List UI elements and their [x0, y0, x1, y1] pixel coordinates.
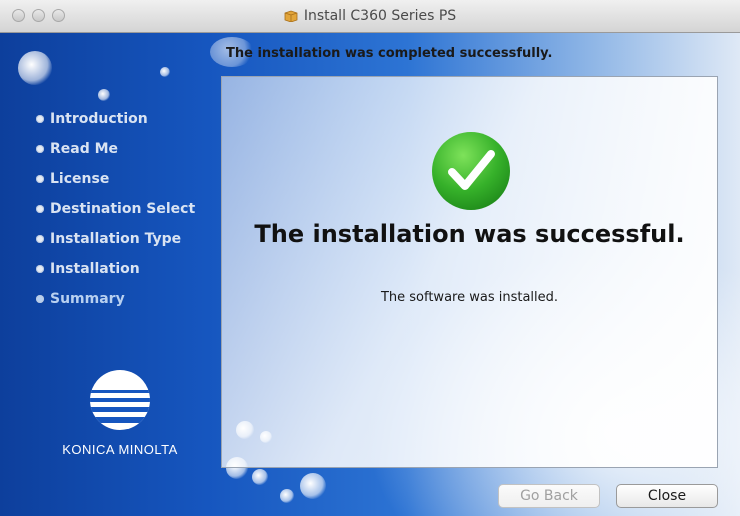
step-introduction: Introduction — [36, 104, 195, 134]
konica-minolta-logo: KONICA MINOLTA — [50, 368, 190, 457]
step-destination-select: Destination Select — [36, 194, 195, 224]
decorative-bubble — [300, 473, 326, 499]
decorative-bubble — [160, 67, 170, 77]
step-label: License — [50, 171, 110, 187]
step-label: Read Me — [50, 141, 119, 157]
step-label: Installation Type — [50, 231, 182, 247]
page-header: The installation was completed successfu… — [226, 46, 553, 61]
step-label: Installation — [50, 261, 140, 277]
step-label: Destination Select — [50, 201, 196, 217]
package-icon — [284, 7, 298, 26]
decorative-bubble — [280, 489, 294, 503]
success-message: The installation was successful. — [254, 220, 685, 248]
title-bar[interactable]: Install C360 Series PS — [0, 0, 740, 33]
decorative-bubble — [18, 51, 52, 85]
step-read-me: Read Me — [36, 134, 195, 164]
checkmark-icon — [432, 132, 510, 210]
step-bullet-icon — [36, 235, 44, 243]
success-detail: The software was installed. — [380, 290, 559, 305]
step-installation-type: Installation Type — [36, 224, 195, 254]
globe-logo-icon — [90, 370, 150, 430]
step-label: Summary — [50, 291, 125, 307]
step-bullet-icon — [36, 205, 44, 213]
step-bullet-icon — [36, 265, 44, 273]
step-installation: Installation — [36, 254, 195, 284]
window-title-group: Install C360 Series PS — [0, 0, 740, 32]
steps-sidebar: Introduction Read Me License Destination… — [36, 104, 195, 314]
close-button[interactable]: Close — [616, 484, 718, 508]
step-bullet-icon — [36, 145, 44, 153]
go-back-button[interactable]: Go Back — [498, 484, 600, 508]
window-title: Install C360 Series PS — [303, 8, 457, 24]
step-bullet-icon — [36, 295, 44, 303]
step-summary: Summary — [36, 284, 195, 314]
step-bullet-icon — [36, 175, 44, 183]
step-label: Introduction — [50, 111, 148, 127]
logo-text: KONICA MINOLTA — [62, 442, 178, 457]
installer-window: Install C360 Series PS The installation … — [0, 0, 740, 516]
decorative-bubble — [98, 89, 110, 101]
step-bullet-icon — [36, 115, 44, 123]
step-license: License — [36, 164, 195, 194]
decorative-bubble — [252, 469, 268, 485]
